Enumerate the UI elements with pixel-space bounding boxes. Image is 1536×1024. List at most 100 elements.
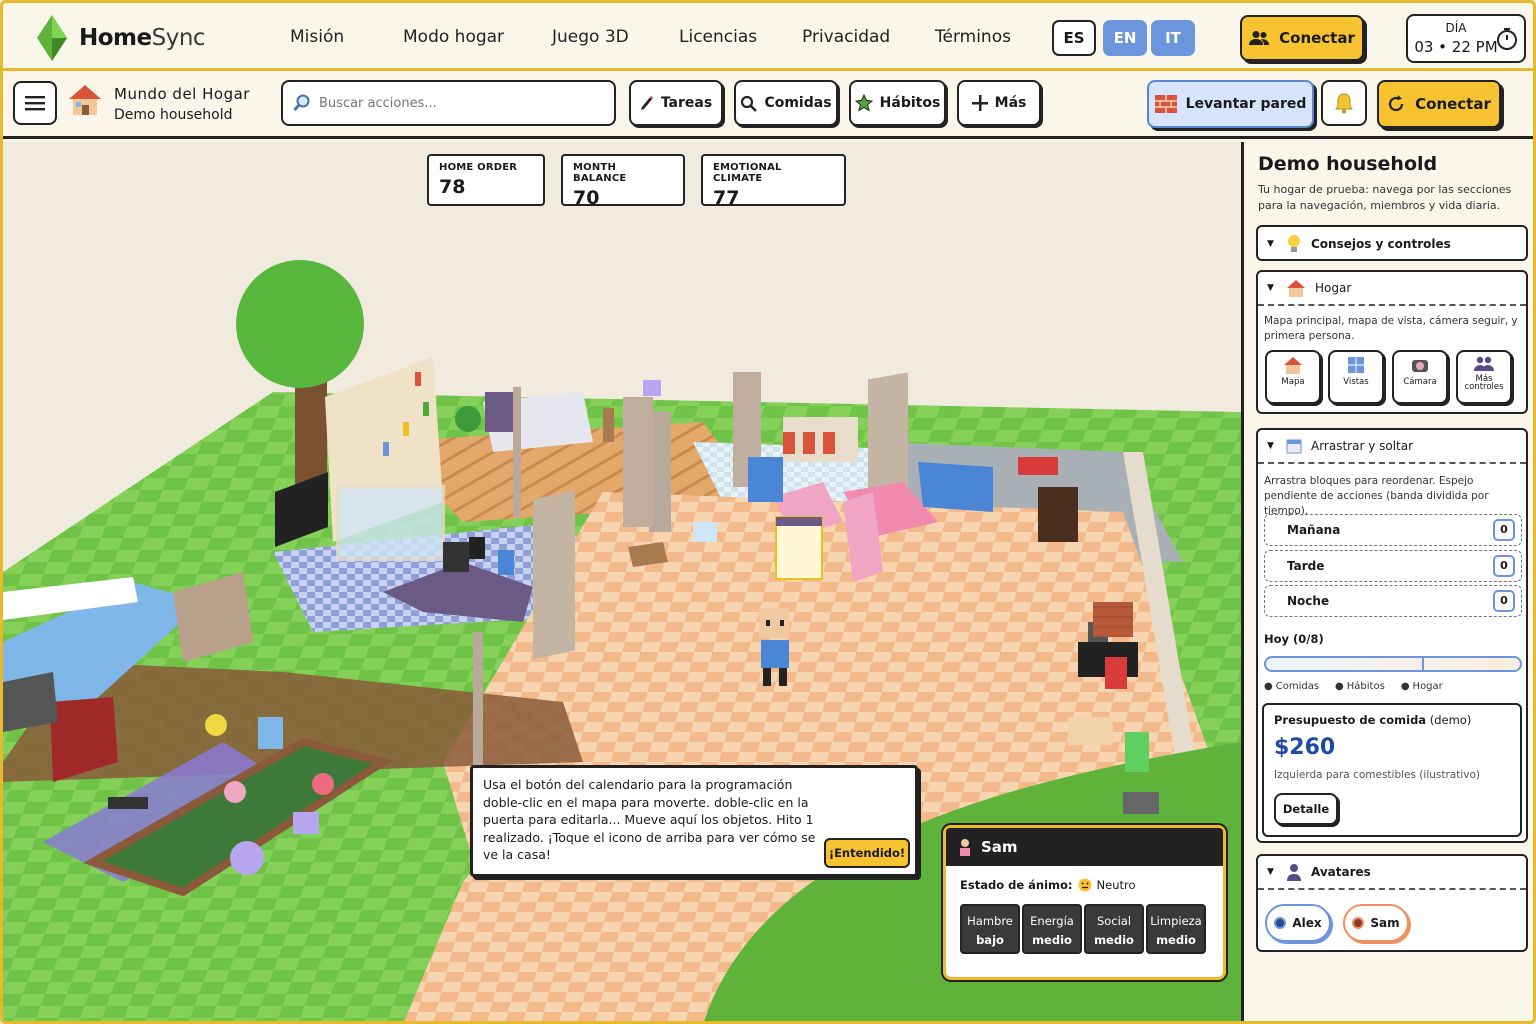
avatar-sam-button[interactable]: Sam: [1343, 904, 1409, 942]
raise-wall-button[interactable]: Levantar pared: [1147, 80, 1314, 128]
magnifier-icon: [741, 95, 758, 112]
chevron-down-icon: ▼: [1267, 239, 1274, 249]
tasks-button[interactable]: Tareas: [629, 80, 723, 126]
lang-es-button[interactable]: ES: [1052, 20, 1096, 56]
today-progress-label: Hoy (0/8): [1264, 632, 1324, 646]
neutral-face-icon: [1078, 878, 1092, 892]
notifications-button[interactable]: [1321, 80, 1367, 126]
toolbar: Mundo del Hogar Demo household Tareas Co…: [3, 71, 1533, 139]
avatar-alex-button[interactable]: Alex: [1265, 904, 1331, 942]
star-icon: [854, 94, 873, 112]
more-controls-tile-button[interactable]: Más controles: [1456, 350, 1512, 404]
stat-emotional-climate: EMOTIONAL CLIMATE 77: [701, 154, 846, 209]
nav-modo-hogar[interactable]: Modo hogar: [403, 27, 504, 47]
panel-description: Tu hogar de prueba: navega por las secci…: [1258, 183, 1512, 212]
chevron-down-icon: ▼: [1267, 867, 1274, 877]
chevron-down-icon: ▼: [1267, 283, 1274, 293]
avatars-header[interactable]: ▼ Avatares: [1258, 856, 1526, 890]
logo[interactable]: HomeSync: [37, 15, 206, 61]
budget-title: Presupuesto de comida (demo): [1274, 713, 1472, 727]
timer-icon: [1497, 28, 1517, 50]
search-icon: [293, 94, 310, 112]
food-budget-card: Presupuesto de comida (demo) $260 Izquie…: [1262, 703, 1522, 837]
timeline-band[interactable]: [1264, 656, 1522, 672]
day-clock[interactable]: DÍA 03 • 22 PM: [1406, 14, 1526, 63]
panel-title: Demo household: [1258, 153, 1438, 175]
nav-privacidad[interactable]: Privacidad: [802, 27, 890, 47]
views-tile-button[interactable]: Vistas: [1328, 350, 1384, 404]
character-card: Sam Estado de ánimo: Neutro Hambre bajo E…: [943, 825, 1226, 980]
pencil-icon: [640, 96, 653, 110]
chevron-down-icon: ▼: [1267, 441, 1274, 451]
home-card-header[interactable]: ▼ Hogar: [1258, 272, 1526, 306]
brick-wall-icon: [1154, 95, 1177, 113]
brand-name: HomeSync: [79, 25, 206, 51]
slot-count: 0: [1493, 519, 1515, 541]
menu-button[interactable]: [13, 81, 57, 125]
timeline-now-marker: [1422, 656, 1424, 672]
meals-button[interactable]: Comidas: [734, 80, 838, 126]
bell-icon: [1335, 93, 1353, 114]
app-frame: HomeSync Misión Modo hogar Juego 3D Lice…: [0, 0, 1536, 1024]
users-icon: [1249, 31, 1270, 45]
nav-licencias[interactable]: Licencias: [679, 27, 757, 47]
world-subtitle: Demo household: [114, 107, 233, 123]
avatar-dot-icon: [1274, 917, 1287, 929]
world-title: Mundo del Hogar: [114, 85, 250, 103]
hamburger-icon: [25, 96, 45, 111]
house-icon: [1284, 357, 1302, 374]
connect-top-button[interactable]: Conectar: [1240, 15, 1364, 61]
camera-tile-button[interactable]: Cámara: [1392, 350, 1448, 404]
legend-meals: Comidas: [1264, 681, 1319, 692]
house-icon: [69, 85, 101, 115]
timeline-legend: Comidas Hábitos Hogar: [1264, 681, 1443, 692]
stat-home-order: HOME ORDER 78: [427, 154, 545, 206]
more-button[interactable]: Más: [957, 80, 1041, 126]
lightbulb-icon: [1288, 235, 1300, 252]
legend-home: Hogar: [1401, 681, 1443, 692]
tip-popup: Usa el botón del calendario para la prog…: [470, 765, 918, 877]
need-hunger[interactable]: Hambre bajo: [960, 904, 1020, 954]
need-energy[interactable]: Energía medio: [1022, 904, 1082, 954]
calendar-icon: [1286, 439, 1302, 454]
connect-button[interactable]: Conectar: [1377, 80, 1501, 128]
need-social[interactable]: Social medio: [1084, 904, 1144, 954]
day-label: DÍA: [1445, 21, 1467, 35]
day-value: 03 • 22 PM: [1414, 38, 1498, 56]
tips-card[interactable]: ▼ Consejos y controles: [1256, 225, 1528, 261]
search-input[interactable]: [319, 95, 599, 111]
budget-note: Izquierda para comestibles (ilustrativo): [1274, 769, 1480, 781]
world-selector[interactable]: Mundo del Hogar Demo household: [67, 83, 249, 123]
person-icon: [960, 839, 970, 856]
mood-row: Estado de ánimo: Neutro: [960, 878, 1136, 892]
side-panel: Demo household Tu hogar de prueba: naveg…: [1241, 142, 1533, 1021]
house-icon: [1287, 280, 1305, 297]
refresh-icon: [1389, 95, 1404, 112]
lang-en-button[interactable]: EN: [1103, 20, 1147, 56]
tip-ok-button[interactable]: ¡Entendido!: [824, 838, 910, 868]
budget-detail-button[interactable]: Detalle: [1274, 793, 1338, 825]
camera-icon: [1412, 360, 1428, 372]
map-tile-button[interactable]: Mapa: [1265, 350, 1321, 404]
slot-afternoon[interactable]: Tarde 0: [1264, 550, 1522, 582]
drag-drop-header[interactable]: ▼ Arrastrar y soltar: [1258, 430, 1526, 464]
nav-terminos[interactable]: Términos: [935, 27, 1011, 47]
plus-icon: [971, 95, 988, 111]
search-box[interactable]: [281, 80, 616, 126]
group-icon: [1474, 356, 1494, 371]
person-icon: [1287, 864, 1301, 881]
nav-juego-3d[interactable]: Juego 3D: [552, 27, 629, 47]
window-icon: [1348, 357, 1364, 373]
slot-night[interactable]: Noche 0: [1264, 585, 1522, 617]
drag-drop-description: Arrastra bloques para reordenar. Espejo …: [1264, 475, 1489, 517]
character-header: Sam: [946, 828, 1223, 866]
avatar-dot-icon: [1352, 917, 1365, 929]
game-scene[interactable]: HOME ORDER 78 MONTH BALANCE 70 EMOTIONAL…: [3, 142, 1241, 1021]
legend-habits: Hábitos: [1335, 681, 1385, 692]
nav-mision[interactable]: Misión: [290, 27, 344, 47]
lang-it-button[interactable]: IT: [1151, 20, 1195, 56]
home-card: ▼ Hogar Mapa principal, mapa de vista, c…: [1256, 270, 1528, 414]
need-cleanliness[interactable]: Limpieza medio: [1146, 904, 1206, 954]
slot-morning[interactable]: Mañana 0: [1264, 514, 1522, 546]
habits-button[interactable]: Hábitos: [849, 80, 946, 126]
